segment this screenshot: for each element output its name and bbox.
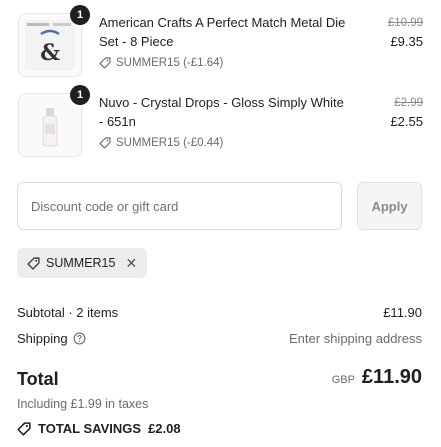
product-title: Nuvo - Crystal Drops - Gloss Simply Whit… xyxy=(99,95,344,129)
total-savings-value: £2.08 xyxy=(148,421,181,436)
currency-code: GBP xyxy=(331,374,355,386)
tag-icon xyxy=(99,57,111,69)
total-row: Total GBP £11.90 xyxy=(17,366,422,394)
tag-icon xyxy=(99,137,111,149)
line-discount-text: SUMMER15 (-£1.64) xyxy=(116,57,224,69)
total-value-group: GBP £11.90 xyxy=(332,366,422,389)
line-discount: SUMMER15 (-£1.64) xyxy=(99,57,223,69)
total-savings: TOTAL SAVINGS £2.08 xyxy=(17,421,181,436)
line-discount-text: SUMMER15 (-£0.44) xyxy=(116,137,224,149)
die-set-image-glyph: & xyxy=(40,40,60,66)
original-price: £10.99 xyxy=(387,17,423,29)
applied-discount-chip: SUMMER15 ✕ xyxy=(17,248,148,278)
discount-form: Apply xyxy=(17,182,422,230)
bottle-image-icon xyxy=(42,108,58,147)
help-icon[interactable] xyxy=(73,332,86,345)
quantity-badge: 1 xyxy=(70,85,90,105)
shipping-value: Enter shipping address xyxy=(289,331,422,346)
tag-icon xyxy=(17,421,31,436)
tag-icon xyxy=(27,256,40,270)
discounted-price: £9.35 xyxy=(390,34,423,49)
total-label: Total xyxy=(17,369,59,389)
total-value: £11.90 xyxy=(361,366,422,388)
applied-discount-code: SUMMER15 xyxy=(46,256,116,270)
die-set-image-icon: & xyxy=(25,20,75,70)
remove-discount-icon[interactable]: ✕ xyxy=(125,255,137,272)
apply-button[interactable]: Apply xyxy=(357,182,422,230)
subtotal-label: Subtotal · 2 items xyxy=(17,305,119,320)
original-price: £2.99 xyxy=(394,97,423,109)
taxes-note: Including £1.99 in taxes xyxy=(17,397,149,411)
product-thumbnail: 1 xyxy=(18,85,90,157)
line-item: 1 Nuvo - Crystal Drops - Gloss Simply Wh… xyxy=(18,85,423,159)
line-discount: SUMMER15 (-£0.44) xyxy=(99,137,223,149)
line-price: £2.99 £2.55 xyxy=(390,95,423,131)
line-item: & 1 American Crafts A Perfect Match Meta… xyxy=(18,5,423,79)
total-savings-label: TOTAL SAVINGS xyxy=(38,421,142,436)
product-thumbnail: & 1 xyxy=(18,5,90,77)
subtotal-value: £11.90 xyxy=(383,305,422,320)
discounted-price: £2.55 xyxy=(390,114,423,129)
line-price: £10.99 £9.35 xyxy=(388,15,423,51)
shipping-label-group: Shipping xyxy=(17,331,86,346)
discount-code-input[interactable] xyxy=(17,182,342,230)
quantity-badge: 1 xyxy=(70,5,90,25)
shipping-label: Shipping xyxy=(17,331,68,346)
product-title: American Crafts A Perfect Match Metal Di… xyxy=(99,15,346,49)
